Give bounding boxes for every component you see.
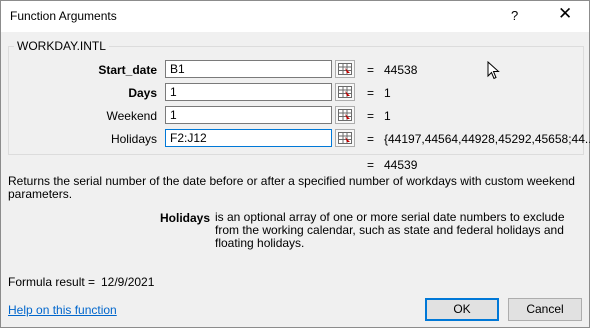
arg-label-start-date: Start_date xyxy=(98,63,157,77)
function-result-value: 44539 xyxy=(384,158,418,172)
cancel-button[interactable]: Cancel xyxy=(508,298,582,321)
equals-sign: = xyxy=(367,109,375,123)
arg-description-name: Holidays xyxy=(160,211,211,225)
help-icon[interactable]: ? xyxy=(511,8,518,23)
ok-button[interactable]: OK xyxy=(425,298,499,321)
arg-value-weekend: 1 xyxy=(384,109,391,123)
function-arguments-dialog: Function Arguments ? ✕ WORKDAY.INTL Star… xyxy=(0,0,590,328)
collapse-dialog-icon[interactable] xyxy=(335,106,355,124)
arg-label-days: Days xyxy=(128,86,157,100)
help-link[interactable]: Help on this function xyxy=(8,303,117,317)
formula-result-label: Formula result = xyxy=(8,275,96,289)
days-input[interactable]: 1 xyxy=(165,83,332,101)
function-name: WORKDAY.INTL xyxy=(14,39,109,53)
collapse-dialog-icon[interactable] xyxy=(335,60,355,78)
collapse-dialog-icon[interactable] xyxy=(335,129,355,147)
weekend-input[interactable]: 1 xyxy=(165,106,332,124)
equals-sign: = xyxy=(367,158,375,172)
formula-result-value: 12/9/2021 xyxy=(101,275,155,289)
arg-label-weekend: Weekend xyxy=(106,109,157,123)
holidays-input[interactable]: F2:J12 xyxy=(165,129,332,147)
equals-sign: = xyxy=(367,86,375,100)
close-icon[interactable]: ✕ xyxy=(558,4,572,24)
arg-value-holidays: {44197,44564,44928,45292,45658;44... xyxy=(384,132,590,146)
equals-sign: = xyxy=(367,132,375,146)
title-bar[interactable]: Function Arguments ? ✕ xyxy=(1,1,589,32)
arg-value-start-date: 44538 xyxy=(384,63,418,77)
window-title: Function Arguments xyxy=(10,9,117,23)
equals-sign: = xyxy=(367,63,375,77)
mouse-pointer-icon xyxy=(487,60,500,83)
start-date-input[interactable]: B1 xyxy=(165,60,332,78)
arg-label-holidays: Holidays xyxy=(110,132,157,146)
function-description: Returns the serial number of the date be… xyxy=(8,174,575,201)
arg-value-days: 1 xyxy=(384,86,391,100)
collapse-dialog-icon[interactable] xyxy=(335,83,355,101)
arg-description-text: is an optional array of one or more seri… xyxy=(215,210,565,250)
